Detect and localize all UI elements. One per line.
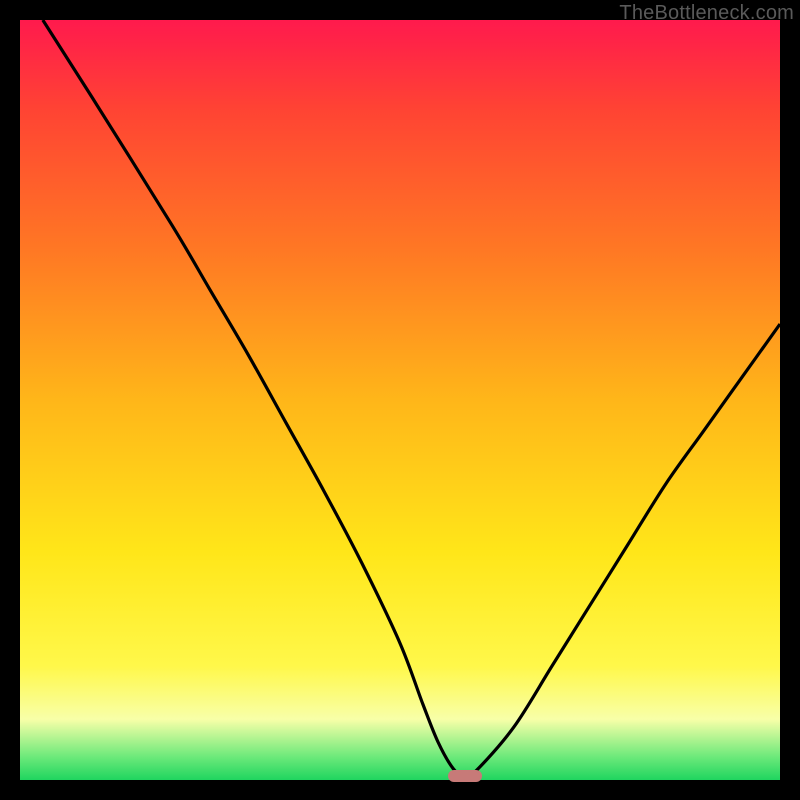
curve-path — [43, 20, 780, 777]
bottleneck-curve — [20, 20, 780, 780]
chart-frame: TheBottleneck.com — [0, 0, 800, 800]
plot-area — [20, 20, 780, 780]
optimum-marker — [448, 770, 482, 782]
